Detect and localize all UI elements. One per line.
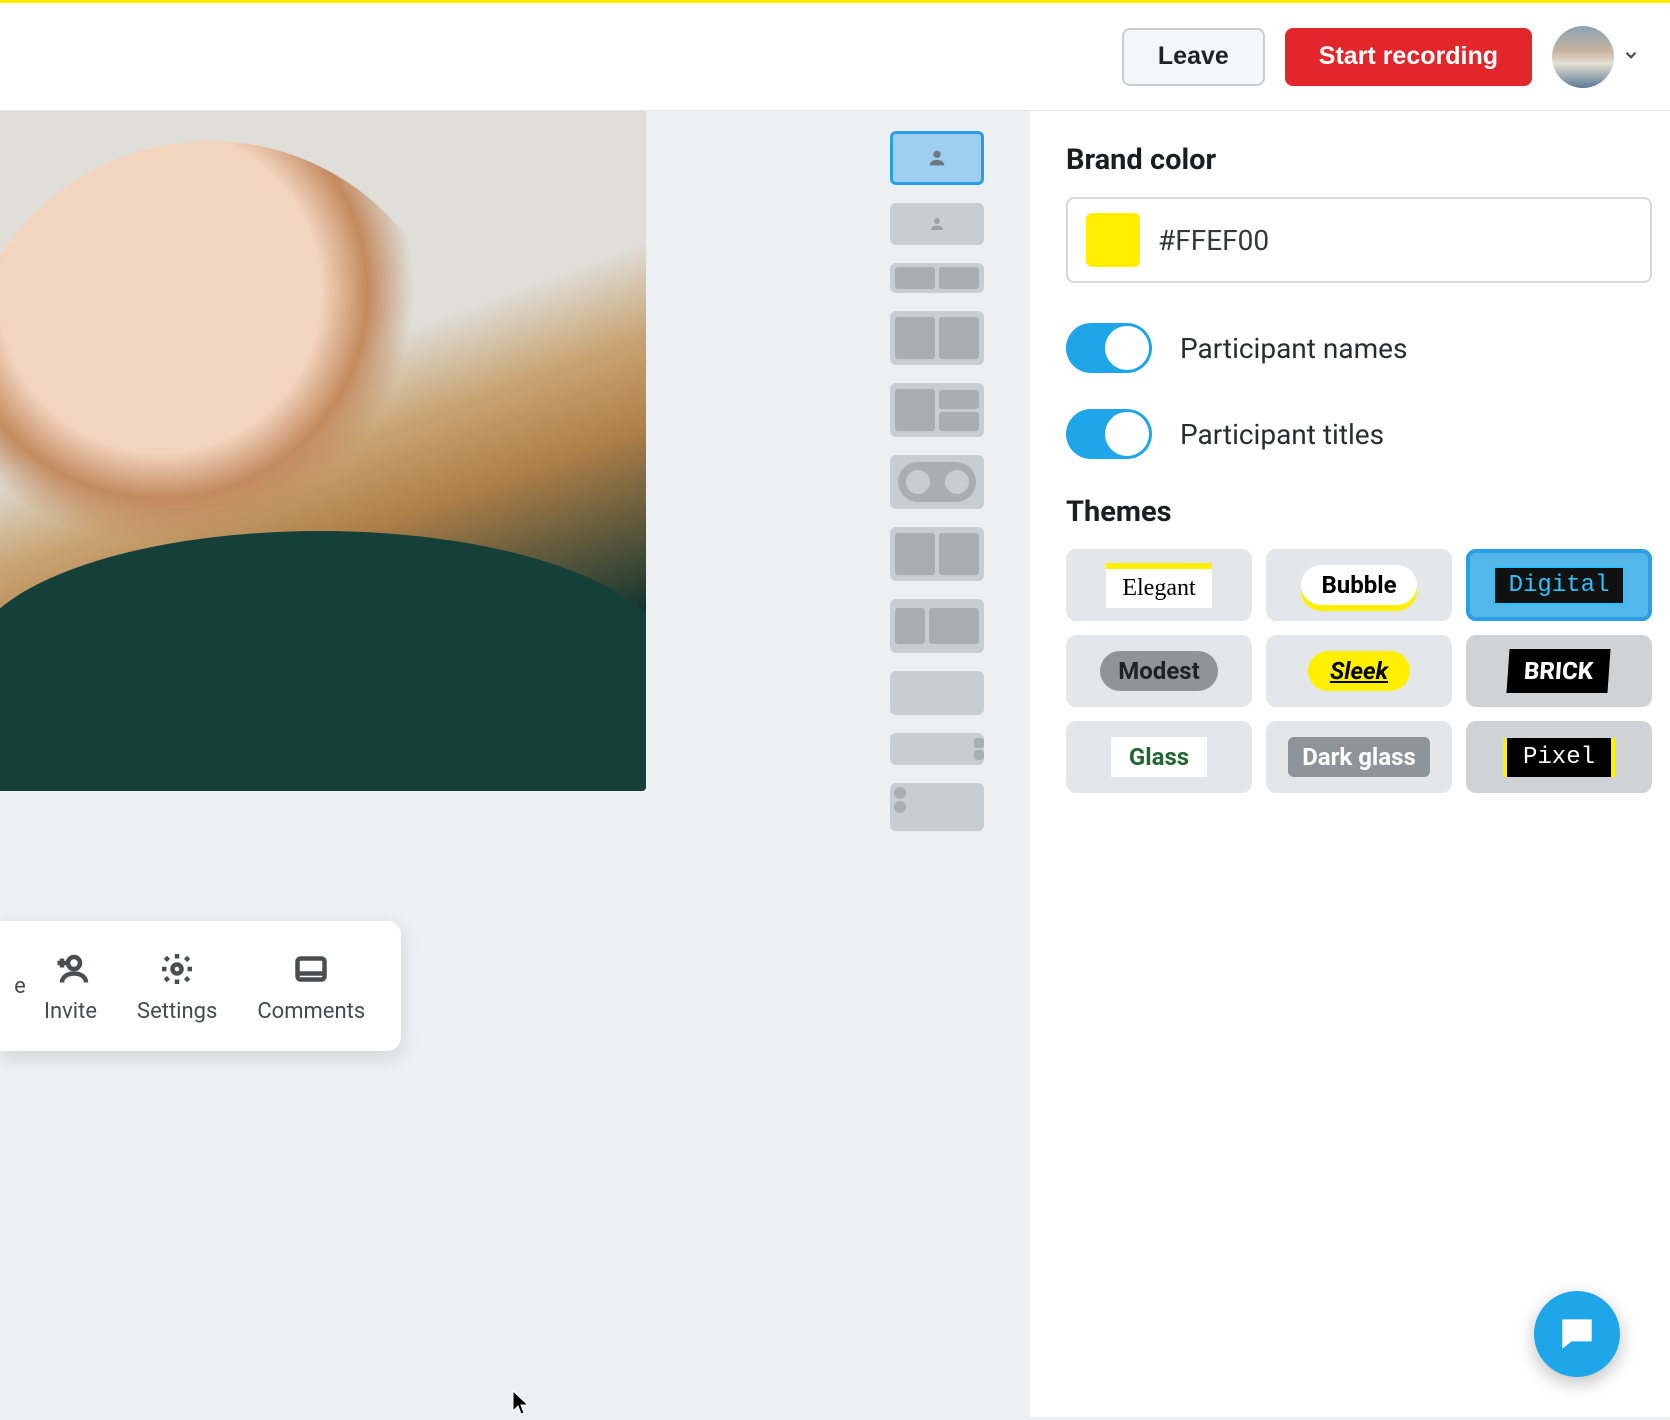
layout-single[interactable] <box>890 131 984 185</box>
theme-modest[interactable]: Modest <box>1066 635 1252 707</box>
theme-brick[interactable]: BRICK <box>1466 635 1652 707</box>
comments-icon <box>291 949 331 989</box>
avatar <box>1552 26 1614 88</box>
leave-button[interactable]: Leave <box>1122 28 1265 86</box>
layout-pip[interactable] <box>890 599 984 653</box>
layout-split-flat[interactable] <box>890 263 984 293</box>
color-swatch <box>1086 213 1140 267</box>
chevron-down-icon <box>1622 46 1640 68</box>
cursor-icon <box>512 1390 530 1416</box>
layout-split-people[interactable] <box>890 527 984 581</box>
brand-color-field[interactable]: #FFEF00 <box>1066 197 1652 283</box>
chat-bubble-icon <box>1555 1312 1599 1356</box>
layout-full-sidebar[interactable] <box>890 733 984 765</box>
stage-toolbar: e Invite Settings Comments <box>0 921 401 1051</box>
settings-panel: Brand color #FFEF00 Participant names Pa… <box>1030 111 1670 1417</box>
chat-fab[interactable] <box>1534 1291 1620 1377</box>
layout-pill[interactable] <box>890 455 984 509</box>
layout-full[interactable] <box>890 671 984 715</box>
theme-sleek[interactable]: Sleek <box>1266 635 1452 707</box>
layout-split[interactable] <box>890 311 984 365</box>
header: Leave Start recording <box>0 3 1670 111</box>
invite-label: Invite <box>44 999 97 1024</box>
theme-bubble[interactable]: Bubble <box>1266 549 1452 621</box>
theme-elegant[interactable]: Elegant <box>1066 549 1252 621</box>
start-recording-button[interactable]: Start recording <box>1285 28 1532 86</box>
settings-label: Settings <box>137 999 217 1024</box>
comments-button[interactable]: Comments <box>237 921 385 1051</box>
participant-names-label: Participant names <box>1180 332 1407 365</box>
settings-button[interactable]: Settings <box>117 921 237 1051</box>
participant-titles-label: Participant titles <box>1180 418 1384 451</box>
layout-single-small[interactable] <box>890 203 984 245</box>
themes-heading: Themes <box>1066 495 1652 529</box>
invite-button[interactable]: Invite <box>24 921 117 1051</box>
main: e Invite Settings Comments <box>0 111 1670 1417</box>
comments-label: Comments <box>257 999 365 1024</box>
stage: e Invite Settings Comments <box>0 111 890 1417</box>
theme-dark-glass[interactable]: Dark glass <box>1266 721 1452 793</box>
theme-glass[interactable]: Glass <box>1066 721 1252 793</box>
layout-selector <box>890 111 1030 1417</box>
themes-grid: Elegant Bubble Digital Modest Sleek BRIC… <box>1066 549 1652 793</box>
toolbar-item-cut: e <box>16 921 24 1051</box>
theme-digital[interactable]: Digital <box>1466 549 1652 621</box>
brand-color-value: #FFEF00 <box>1158 224 1269 257</box>
layout-stacked[interactable] <box>890 383 984 437</box>
gear-icon <box>157 949 197 989</box>
participant-names-toggle[interactable] <box>1066 323 1152 373</box>
user-menu[interactable] <box>1552 26 1640 88</box>
theme-pixel[interactable]: Pixel <box>1466 721 1652 793</box>
layout-full-overlay[interactable] <box>890 783 984 831</box>
participant-titles-toggle[interactable] <box>1066 409 1152 459</box>
brand-color-heading: Brand color <box>1066 143 1652 177</box>
video-preview <box>0 111 646 791</box>
invite-icon <box>51 949 91 989</box>
